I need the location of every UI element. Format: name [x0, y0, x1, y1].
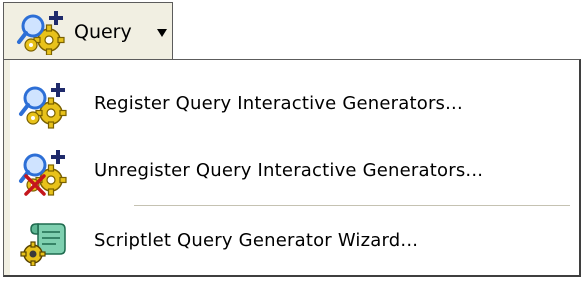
menu-item-label: Unregister Query Interactive Generators.…: [94, 160, 484, 181]
query-generator-icon: [17, 11, 65, 55]
query-dropdown-menu: Register Query Interactive Generators...: [3, 59, 581, 277]
scriptlet-wizard-icon: [20, 223, 66, 266]
menu-item-label: Register Query Interactive Generators...: [94, 93, 463, 114]
query-dropdown-button[interactable]: Query: [3, 2, 173, 60]
register-generator-icon: [19, 83, 67, 129]
menu-item-scriptlet-wizard[interactable]: Scriptlet Query Generator Wizard...: [10, 214, 576, 270]
menu-item-unregister-generators[interactable]: Unregister Query Interactive Generators.…: [10, 144, 576, 200]
query-menu-screen: Query Register Query Interactive Generat…: [0, 0, 585, 281]
menu-separator: [134, 205, 570, 206]
dropdown-arrow-icon: [157, 29, 167, 37]
unregister-generator-icon: [19, 150, 67, 196]
query-button-label: Query: [74, 21, 132, 43]
menu-item-register-generators[interactable]: Register Query Interactive Generators...: [10, 77, 576, 133]
menu-item-label: Scriptlet Query Generator Wizard...: [94, 230, 419, 251]
